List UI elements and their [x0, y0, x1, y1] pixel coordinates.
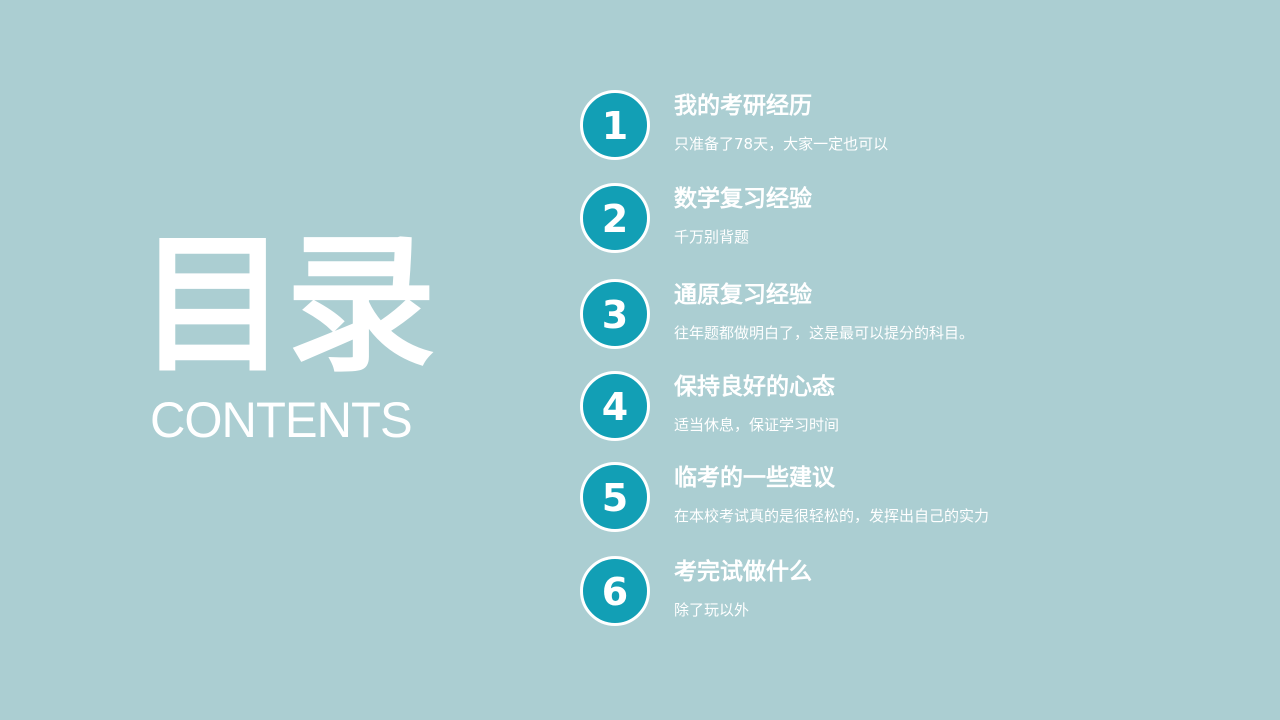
contents-item-5: 5 临考的一些建议 在本校考试真的是很轻松的，发挥出自己的实力	[580, 462, 1260, 534]
title-block: 目录 CONTENTS	[138, 219, 438, 448]
number-badge: 2	[580, 183, 650, 253]
slide: 目录 CONTENTS 1 我的考研经历 只准备了78天，大家一定也可以 2 数…	[0, 0, 1280, 720]
contents-item-6: 6 考完试做什么 除了玩以外	[580, 556, 1260, 628]
item-title: 保持良好的心态	[674, 374, 835, 400]
page-subtitle: CONTENTS	[150, 392, 413, 448]
badge-number: 6	[601, 570, 629, 614]
badge-number: 1	[601, 104, 629, 148]
number-badge: 4	[580, 371, 650, 441]
item-title: 考完试做什么	[674, 559, 812, 585]
contents-item-3: 3 通原复习经验 往年题都做明白了，这是最可以提分的科目。	[580, 279, 1260, 351]
item-title: 通原复习经验	[674, 282, 812, 308]
number-badge: 5	[580, 462, 650, 532]
badge-number: 4	[601, 385, 629, 429]
item-description: 在本校考试真的是很轻松的，发挥出自己的实力	[674, 507, 990, 525]
contents-item-4: 4 保持良好的心态 适当休息，保证学习时间	[580, 371, 1260, 443]
item-description: 往年题都做明白了，这是最可以提分的科目。	[674, 324, 975, 342]
badge-number: 2	[601, 197, 629, 241]
badge-number: 5	[601, 476, 629, 520]
contents-item-2: 2 数学复习经验 千万别背题	[580, 183, 1260, 255]
contents-item-1: 1 我的考研经历 只准备了78天，大家一定也可以	[580, 90, 1260, 162]
item-description: 只准备了78天，大家一定也可以	[674, 135, 889, 153]
item-title: 我的考研经历	[674, 93, 812, 119]
number-badge: 1	[580, 90, 650, 160]
number-badge: 6	[580, 556, 650, 626]
number-badge: 3	[580, 279, 650, 349]
item-title: 数学复习经验	[674, 186, 812, 212]
page-title: 目录	[138, 219, 436, 393]
item-title: 临考的一些建议	[674, 465, 835, 491]
badge-number: 3	[601, 293, 629, 337]
item-description: 千万别背题	[674, 228, 750, 246]
item-description: 除了玩以外	[674, 601, 750, 619]
item-description: 适当休息，保证学习时间	[674, 416, 840, 434]
